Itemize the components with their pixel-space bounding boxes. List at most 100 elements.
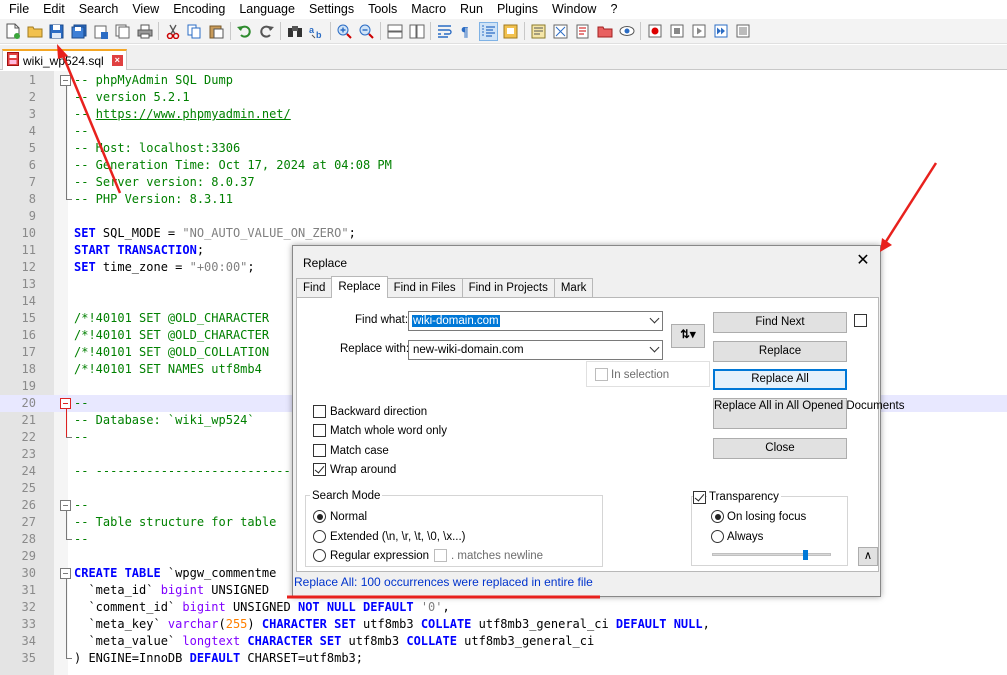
print-icon[interactable] xyxy=(135,22,154,41)
tab-close-icon[interactable]: × xyxy=(111,55,123,66)
regex-mode-radio[interactable] xyxy=(313,549,326,562)
code-line[interactable]: 8 -- PHP Version: 8.3.11 xyxy=(0,191,1007,208)
code-line[interactable]: 6 -- Generation Time: Oct 17, 2024 at 04:… xyxy=(0,157,1007,174)
swap-find-replace-button[interactable]: ⇅▾ xyxy=(671,324,705,348)
menu-window[interactable]: Window xyxy=(545,0,603,19)
code-line[interactable]: 4 -- xyxy=(0,123,1007,140)
document-list-icon[interactable] xyxy=(573,22,592,41)
close-button[interactable]: Close xyxy=(713,438,847,459)
fold-toggle-icon[interactable] xyxy=(60,568,71,579)
sync-horizontal-icon[interactable] xyxy=(407,22,426,41)
menu-settings[interactable]: Settings xyxy=(302,0,361,19)
code-line[interactable]: 34 `meta_value` longtext CHARACTER SET u… xyxy=(0,633,1007,650)
replace-icon[interactable]: ab xyxy=(307,22,326,41)
tab-wiki-wp524-sql[interactable]: wiki_wp524.sql × xyxy=(2,49,127,70)
fold-toggle-icon[interactable] xyxy=(60,75,71,86)
find-what-input[interactable]: wiki-domain.com xyxy=(408,311,663,331)
word-wrap-icon[interactable] xyxy=(435,22,454,41)
menu-plugins[interactable]: Plugins xyxy=(490,0,545,19)
stop-record-icon[interactable] xyxy=(667,22,686,41)
menu-run[interactable]: Run xyxy=(453,0,490,19)
fold-toggle-icon[interactable] xyxy=(60,398,71,409)
tab-find-in-projects[interactable]: Find in Projects xyxy=(461,278,555,298)
line-number: 18 xyxy=(21,362,36,376)
menu-tools[interactable]: Tools xyxy=(361,0,404,19)
code-line[interactable]: 35) ENGINE=InnoDB DEFAULT CHARSET=utf8mb… xyxy=(0,650,1007,667)
menu-edit[interactable]: Edit xyxy=(36,0,72,19)
code-line[interactable]: 7 -- Server version: 8.0.37 xyxy=(0,174,1007,191)
chevron-down-icon[interactable] xyxy=(649,342,660,353)
save-macro-icon[interactable] xyxy=(733,22,752,41)
run-macro-multiple-icon[interactable] xyxy=(711,22,730,41)
code-line[interactable]: 9 xyxy=(0,208,1007,225)
transparency-checkbox[interactable] xyxy=(693,491,706,504)
redo-icon[interactable] xyxy=(257,22,276,41)
match-whole-word-checkbox[interactable] xyxy=(313,424,326,437)
dialog-close-icon[interactable]: ✕ xyxy=(854,251,872,271)
fold-toggle-icon[interactable] xyxy=(60,500,71,511)
line-number: 17 xyxy=(21,345,36,359)
chevron-down-icon[interactable] xyxy=(649,313,660,324)
code-token: /*!40101 SET @OLD_CHARACTER xyxy=(74,311,270,325)
open-file-icon[interactable] xyxy=(25,22,44,41)
monitoring-icon[interactable] xyxy=(617,22,636,41)
save-all-icon[interactable] xyxy=(69,22,88,41)
menu-help[interactable]: ? xyxy=(603,0,624,19)
close-all-icon[interactable] xyxy=(113,22,132,41)
menu-search[interactable]: Search xyxy=(72,0,126,19)
code-line[interactable]: 3 -- https://www.phpmyadmin.net/ xyxy=(0,106,1007,123)
play-macro-icon[interactable] xyxy=(689,22,708,41)
wrap-around-checkbox[interactable] xyxy=(313,463,326,476)
tab-replace[interactable]: Replace xyxy=(331,276,388,298)
zoom-out-icon[interactable] xyxy=(357,22,376,41)
undo-icon[interactable] xyxy=(235,22,254,41)
code-line[interactable]: 1 -- phpMyAdmin SQL Dump xyxy=(0,72,1007,89)
code-line[interactable]: 33 `meta_key` varchar(255) CHARACTER SET… xyxy=(0,616,1007,633)
find-next-button[interactable]: Find Next xyxy=(713,312,847,333)
match-case-checkbox[interactable] xyxy=(313,444,326,457)
paste-icon[interactable] xyxy=(207,22,226,41)
find-icon[interactable] xyxy=(285,22,304,41)
record-macro-icon[interactable] xyxy=(645,22,664,41)
replace-all-button[interactable]: Replace All xyxy=(713,369,847,390)
code-line[interactable]: 2 -- version 5.2.1 xyxy=(0,89,1007,106)
normal-mode-radio[interactable] xyxy=(313,510,326,523)
menu-view[interactable]: View xyxy=(125,0,166,19)
close-icon[interactable] xyxy=(91,22,110,41)
on-losing-focus-radio[interactable] xyxy=(711,510,724,523)
matches-newline-checkbox[interactable] xyxy=(434,549,447,562)
new-file-icon[interactable] xyxy=(3,22,22,41)
collapse-button[interactable]: ∧ xyxy=(858,547,878,566)
transparency-slider[interactable] xyxy=(712,550,831,560)
menu-language[interactable]: Language xyxy=(232,0,302,19)
save-icon[interactable] xyxy=(47,22,66,41)
folder-as-workspace-icon[interactable] xyxy=(595,22,614,41)
code-line[interactable]: 32 `comment_id` bigint UNSIGNED NOT NULL… xyxy=(0,599,1007,616)
folder-workspace-icon[interactable] xyxy=(551,22,570,41)
replace-button[interactable]: Replace xyxy=(713,341,847,362)
find-next-option-checkbox[interactable] xyxy=(854,314,867,327)
code-line[interactable]: 10 SET SQL_MODE = "NO_AUTO_VALUE_ON_ZERO"… xyxy=(0,225,1007,242)
backward-direction-checkbox[interactable] xyxy=(313,405,326,418)
code-line[interactable]: 5 -- Host: localhost:3306 xyxy=(0,140,1007,157)
tab-find[interactable]: Find xyxy=(296,278,333,298)
indent-guide-icon[interactable] xyxy=(479,21,498,41)
always-radio[interactable] xyxy=(711,530,724,543)
tab-mark[interactable]: Mark xyxy=(553,278,594,298)
transparency-slider-thumb[interactable] xyxy=(803,550,808,560)
doc-map-icon[interactable] xyxy=(501,22,520,41)
cut-icon[interactable] xyxy=(163,22,182,41)
in-selection-checkbox[interactable] xyxy=(595,368,608,381)
show-all-chars-icon[interactable]: ¶ xyxy=(457,22,476,41)
replace-all-opened-button[interactable]: Replace All in All Opened Documents xyxy=(713,398,905,429)
function-list-icon[interactable] xyxy=(529,22,548,41)
copy-icon[interactable] xyxy=(185,22,204,41)
sync-vertical-icon[interactable] xyxy=(385,22,404,41)
tab-find-in-files[interactable]: Find in Files xyxy=(386,278,463,298)
menu-file[interactable]: File xyxy=(2,0,36,19)
extended-mode-radio[interactable] xyxy=(313,530,326,543)
menu-macro[interactable]: Macro xyxy=(404,0,453,19)
zoom-in-icon[interactable] xyxy=(335,22,354,41)
replace-with-input[interactable]: new-wiki-domain.com xyxy=(408,340,663,360)
menu-encoding[interactable]: Encoding xyxy=(166,0,232,19)
